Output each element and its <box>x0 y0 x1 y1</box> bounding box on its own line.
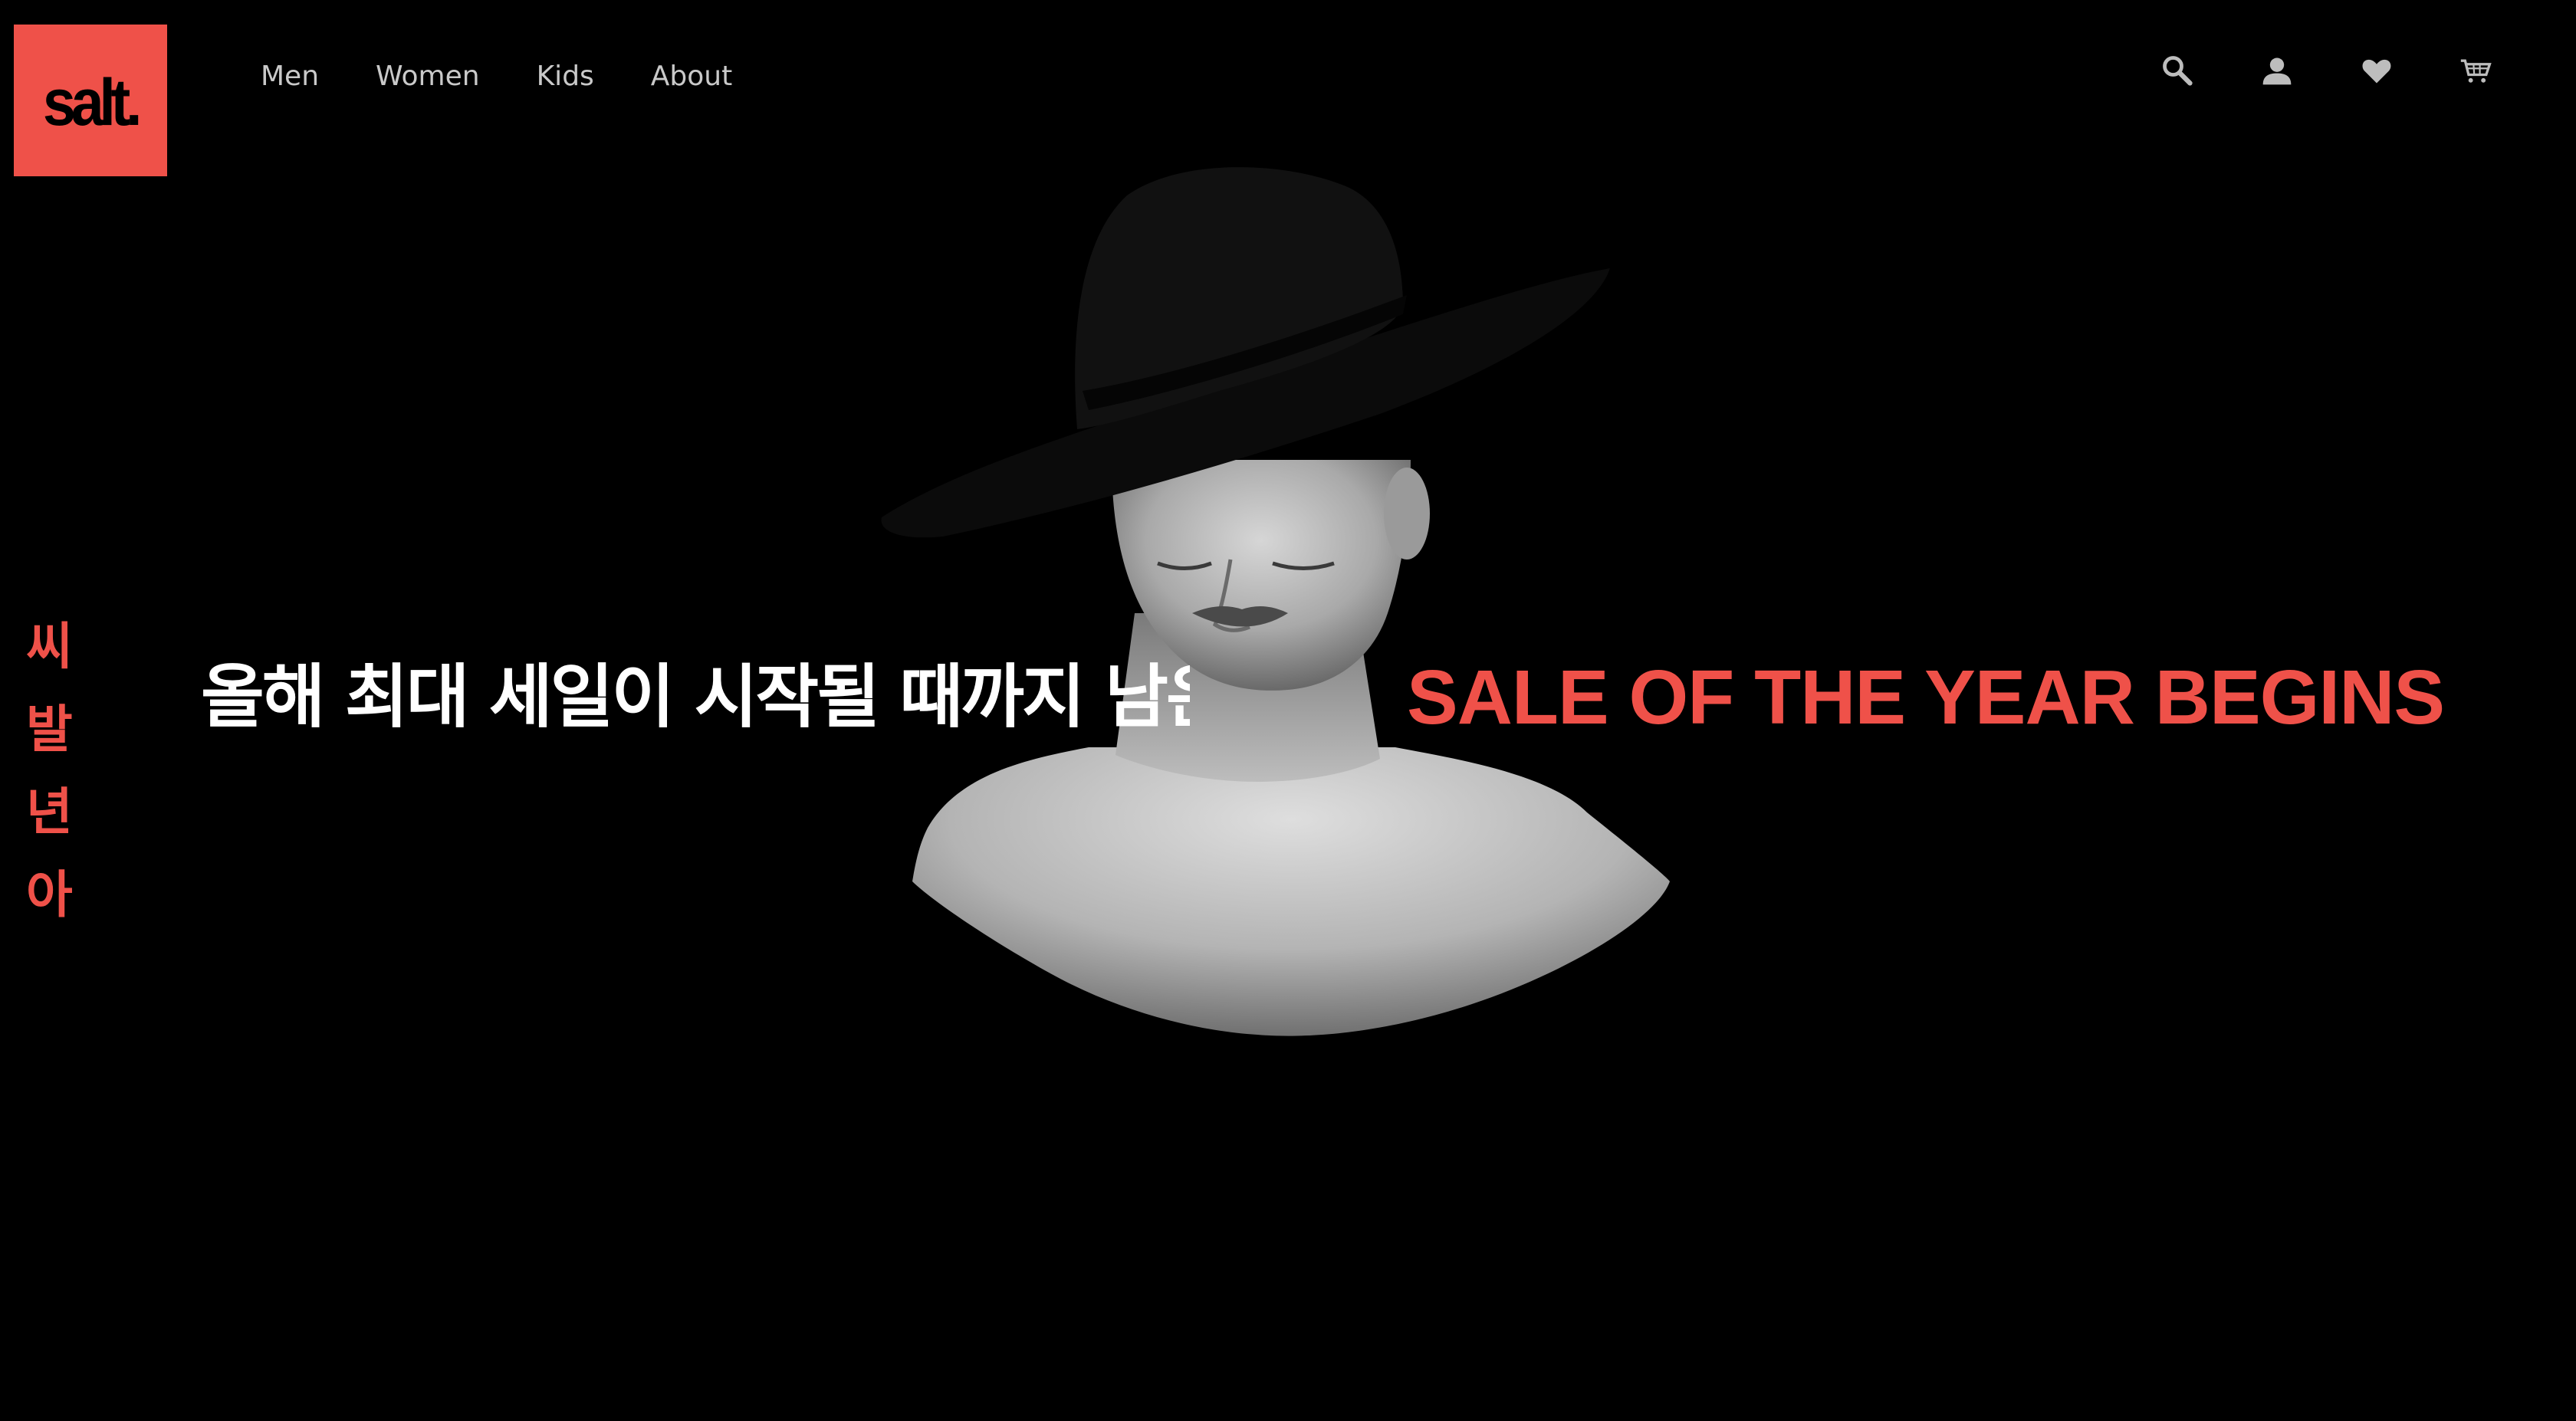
nav-item-about[interactable]: About <box>651 54 732 100</box>
cart-icon[interactable] <box>2453 48 2499 94</box>
logo-text: salt. <box>43 65 143 139</box>
brand-logo[interactable]: salt. <box>14 25 167 176</box>
nav-item-men[interactable]: Men <box>261 54 319 100</box>
user-icon[interactable] <box>2254 48 2300 94</box>
nav-item-women[interactable]: Women <box>376 54 480 100</box>
main-nav: Men Women Kids About <box>261 54 732 100</box>
hero-headline-english: SALE OF THE YEAR BEGINS <box>1407 655 2445 740</box>
vertical-korean-text: 씨발년아 <box>26 617 73 924</box>
hero-headline-korean: 올해 최대 세일이 시작될 때까지 남은 <box>201 657 1190 737</box>
header-actions <box>2154 48 2499 94</box>
search-icon[interactable] <box>2154 48 2200 94</box>
nav-item-kids[interactable]: Kids <box>537 54 594 100</box>
heart-icon[interactable] <box>2354 48 2400 94</box>
